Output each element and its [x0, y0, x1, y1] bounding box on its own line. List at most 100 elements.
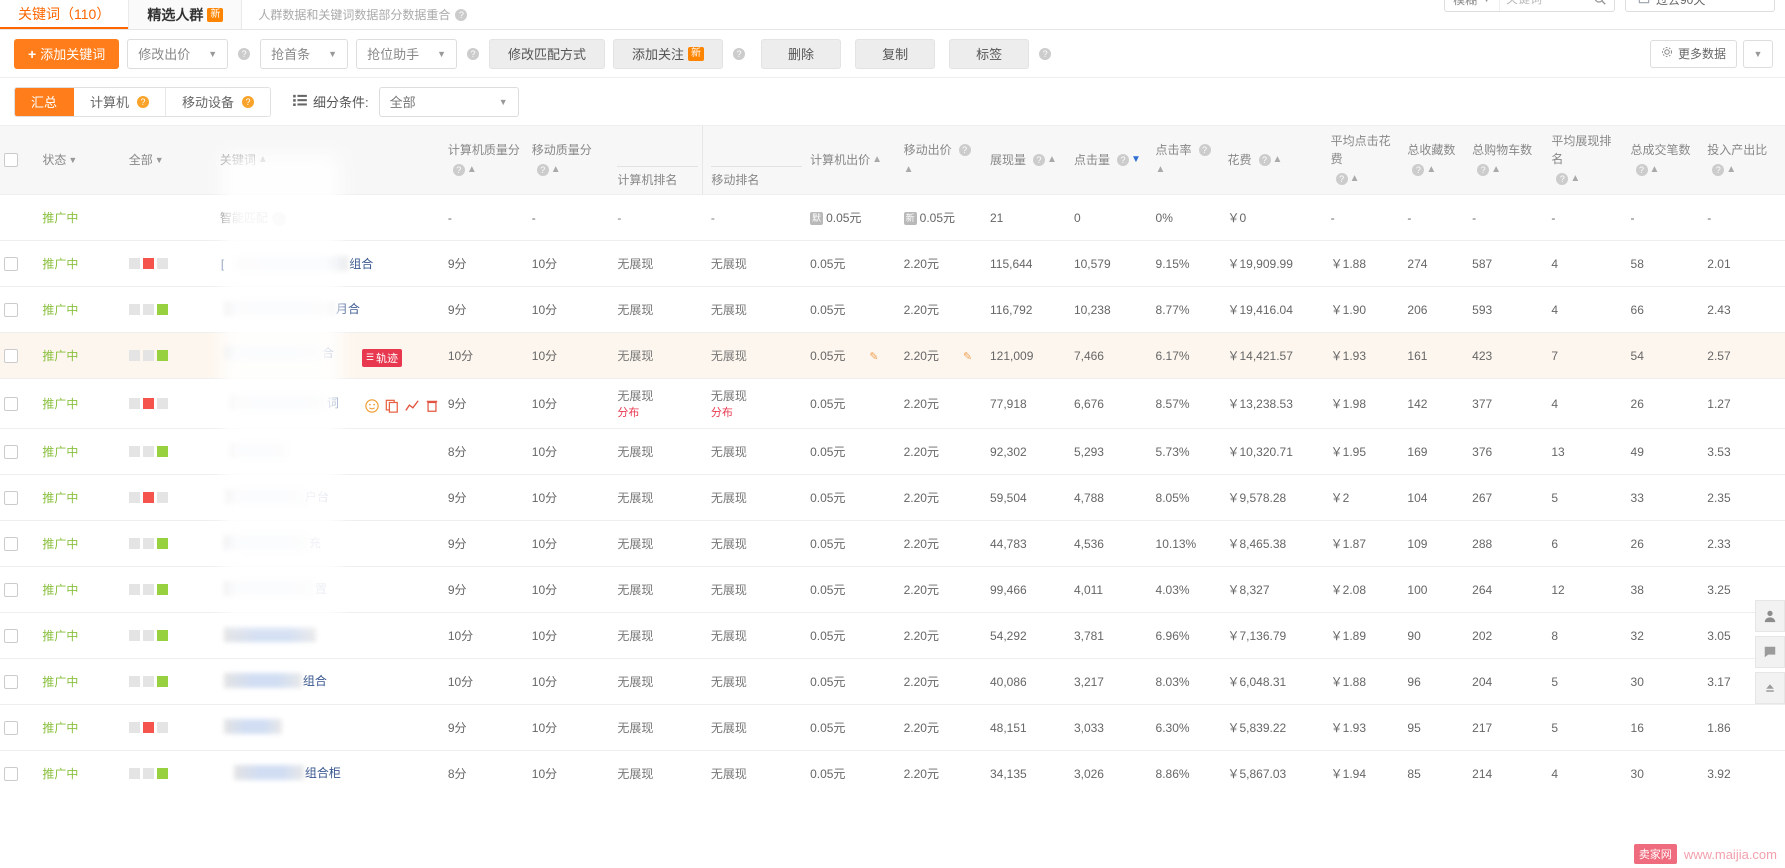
- table-row[interactable]: 推广中置 9分 10分 无展现 无展现 0.05元 2.20元 99,466 4,011 4.03…: [0, 566, 1785, 613]
- th-avg-cpc[interactable]: 平均点击花费 ? ▲: [1326, 126, 1404, 195]
- th-keyword[interactable]: 关键词 ▲: [215, 126, 444, 195]
- keyword-cell[interactable]: [组合: [215, 240, 444, 287]
- th-clicks[interactable]: 点击量 ? ▼: [1069, 126, 1152, 195]
- th-mobile-bid[interactable]: 移动出价 ? ▲: [899, 126, 986, 195]
- select-all-checkbox[interactable]: [4, 153, 18, 168]
- pc-rank-sub[interactable]: 分布: [617, 404, 699, 420]
- subdivide-select[interactable]: 全部 ▼: [378, 86, 519, 117]
- mobile-bid-cell[interactable]: 2.20元: [899, 520, 986, 567]
- help-icon[interactable]: ?: [1033, 154, 1045, 166]
- tag-help-icon[interactable]: ?: [1039, 47, 1052, 60]
- th-carts[interactable]: 总购物车数 ? ▲: [1468, 126, 1548, 195]
- pc-bid-cell[interactable]: 0.05元: [806, 474, 900, 521]
- search-mode-select[interactable]: 模糊 ▼: [1445, 0, 1500, 11]
- keyword-cell[interactable]: 置: [215, 566, 444, 613]
- row-select-checkbox[interactable]: [4, 348, 18, 363]
- help-icon[interactable]: ?: [1556, 173, 1569, 185]
- help-icon[interactable]: ?: [455, 8, 468, 21]
- rail-service-button[interactable]: [1755, 600, 1785, 632]
- row-select-checkbox[interactable]: [4, 256, 18, 271]
- keyword-cell[interactable]: 户台: [215, 474, 444, 521]
- pc-bid-cell[interactable]: 0.05元: [806, 750, 900, 795]
- th-pc-bid[interactable]: 计算机出价 ▲: [806, 126, 900, 195]
- pc-bid-cell[interactable]: 0.05元: [806, 658, 900, 705]
- help-icon[interactable]: ?: [452, 164, 465, 176]
- keyword-cell[interactable]: 月合: [215, 286, 444, 333]
- help-icon[interactable]: ?: [1477, 164, 1490, 176]
- mobile-bid-cell[interactable]: 2.20元: [899, 566, 986, 613]
- th-mobile-rank[interactable]: 移动排名: [702, 126, 807, 195]
- th-mobile-quality[interactable]: 移动质量分 ? ▲: [527, 126, 610, 195]
- segment-pc-help-icon[interactable]: ?: [137, 95, 150, 108]
- pc-bid-cell[interactable]: 0.05元: [806, 286, 900, 333]
- table-row[interactable]: 推广中合 ☰ 轨迹 10分 10分 无展现 无展现 0.05元 ✎ 2.20元 ✎ 121,009 7,…: [0, 332, 1785, 379]
- more-data-button[interactable]: 更多数据: [1649, 39, 1737, 68]
- mobile-bid-cell[interactable]: 2.20元: [899, 286, 986, 333]
- mobile-rank-sub[interactable]: 分布: [711, 404, 802, 420]
- pc-bid-cell[interactable]: 0.05元: [806, 378, 900, 429]
- sort-asc-icon[interactable]: ▲: [1650, 161, 1660, 179]
- sort-asc-icon[interactable]: ▲: [1273, 151, 1283, 169]
- delete-button[interactable]: 删除: [761, 38, 842, 69]
- edit-pencil-icon[interactable]: ✎: [963, 350, 972, 363]
- keyword-cell[interactable]: [215, 428, 444, 475]
- sort-asc-icon[interactable]: ▲: [258, 151, 268, 169]
- sort-asc-icon[interactable]: ▲: [1570, 170, 1580, 188]
- row-select-checkbox[interactable]: [4, 582, 18, 597]
- sort-asc-icon[interactable]: ▲: [1156, 161, 1166, 179]
- row-select-checkbox[interactable]: [4, 396, 18, 411]
- sort-asc-icon[interactable]: ▲: [872, 151, 882, 169]
- keyword-cell[interactable]: [215, 704, 444, 751]
- mobile-bid-cell[interactable]: 2.20元: [899, 240, 986, 287]
- keyword-cell[interactable]: 合 ☰ 轨迹: [215, 332, 444, 379]
- mobile-bid-cell[interactable]: 2.20元: [899, 750, 986, 795]
- row-select-checkbox[interactable]: [4, 536, 18, 551]
- table-row[interactable]: 推广中 月合 9分 10分 无展现 无展现 0.05元 2.20元 116,792 10,238 8…: [0, 286, 1785, 333]
- segment-pc[interactable]: 计算机 ?: [74, 87, 167, 116]
- tab-audience[interactable]: 精选人群 新: [128, 0, 243, 29]
- table-row[interactable]: 推广中 户台 9分 10分 无展现 无展现 0.05元 2.20元 59,504 4,788 8.0…: [0, 474, 1785, 521]
- help-icon[interactable]: ?: [958, 144, 971, 156]
- help-icon[interactable]: ?: [536, 164, 549, 176]
- pc-bid-cell[interactable]: 0.05元: [806, 612, 900, 659]
- add-follow-button[interactable]: 添加关注 新: [613, 38, 724, 69]
- pc-bid-cell[interactable]: 0.05元: [806, 240, 900, 287]
- keyword-cell[interactable]: 智能匹配: [215, 194, 444, 241]
- help-icon[interactable]: ?: [1198, 144, 1211, 156]
- row-select-checkbox[interactable]: [4, 720, 18, 735]
- pc-bid-cell[interactable]: 0.05元 ✎: [806, 332, 900, 379]
- th-impressions[interactable]: 展现量 ? ▲: [985, 126, 1070, 195]
- help-icon[interactable]: ?: [1712, 164, 1725, 176]
- table-row[interactable]: 推广中 智能匹配 - - - - 默 0.05元新 0.05元 21 0 0% ￥0- - - - - -: [0, 194, 1785, 241]
- rail-scroll-top-button[interactable]: [1755, 672, 1785, 704]
- th-avg-impr-rank[interactable]: 平均展现排名 ? ▲: [1547, 126, 1627, 195]
- add-keyword-button[interactable]: + 添加关键词: [14, 38, 120, 69]
- row-select-checkbox[interactable]: [4, 444, 18, 459]
- help-icon[interactable]: ?: [1635, 164, 1648, 176]
- segment-summary[interactable]: 汇总: [15, 87, 75, 116]
- table-row[interactable]: 推广中 组合柜 8分 10分 无展现 无展现 0.05元 2.20元 34,135 3,026 8.…: [0, 750, 1785, 795]
- th-roi[interactable]: 投入产出比 ? ▲: [1703, 126, 1785, 195]
- edit-pencil-icon[interactable]: ✎: [869, 350, 878, 363]
- tag-button[interactable]: 标签: [949, 38, 1030, 69]
- pc-bid-cell[interactable]: 0.05元: [806, 566, 900, 613]
- add-follow-help-icon[interactable]: ?: [733, 47, 746, 60]
- keyword-cell[interactable]: 组合柜: [215, 750, 444, 795]
- th-pc-quality[interactable]: 计算机质量分 ? ▲: [443, 126, 528, 195]
- modify-bid-help-icon[interactable]: ?: [238, 47, 251, 60]
- track-tag[interactable]: ☰ 轨迹: [361, 348, 402, 367]
- th-cost[interactable]: 花费 ? ▲: [1223, 126, 1327, 195]
- tab-keyword[interactable]: 关键词 （110）: [0, 0, 129, 29]
- help-icon[interactable]: ?: [1412, 164, 1425, 176]
- date-range-picker[interactable]: 过去90天: [1625, 0, 1775, 12]
- mobile-bid-cell[interactable]: 2.20元 ✎: [899, 332, 986, 379]
- chart-icon[interactable]: [405, 399, 419, 413]
- keyword-cell[interactable]: [215, 612, 444, 659]
- segment-mobile-help-icon[interactable]: ?: [242, 95, 255, 108]
- help-icon[interactable]: ?: [1335, 173, 1348, 185]
- expand-toggle-button[interactable]: ▼: [1743, 39, 1773, 68]
- sort-asc-icon[interactable]: ▲: [1350, 170, 1360, 188]
- th-status[interactable]: 状态 ▼: [38, 126, 125, 195]
- pc-bid-cell[interactable]: 默 0.05元: [806, 194, 900, 241]
- keyword-cell[interactable]: 组合: [215, 658, 444, 705]
